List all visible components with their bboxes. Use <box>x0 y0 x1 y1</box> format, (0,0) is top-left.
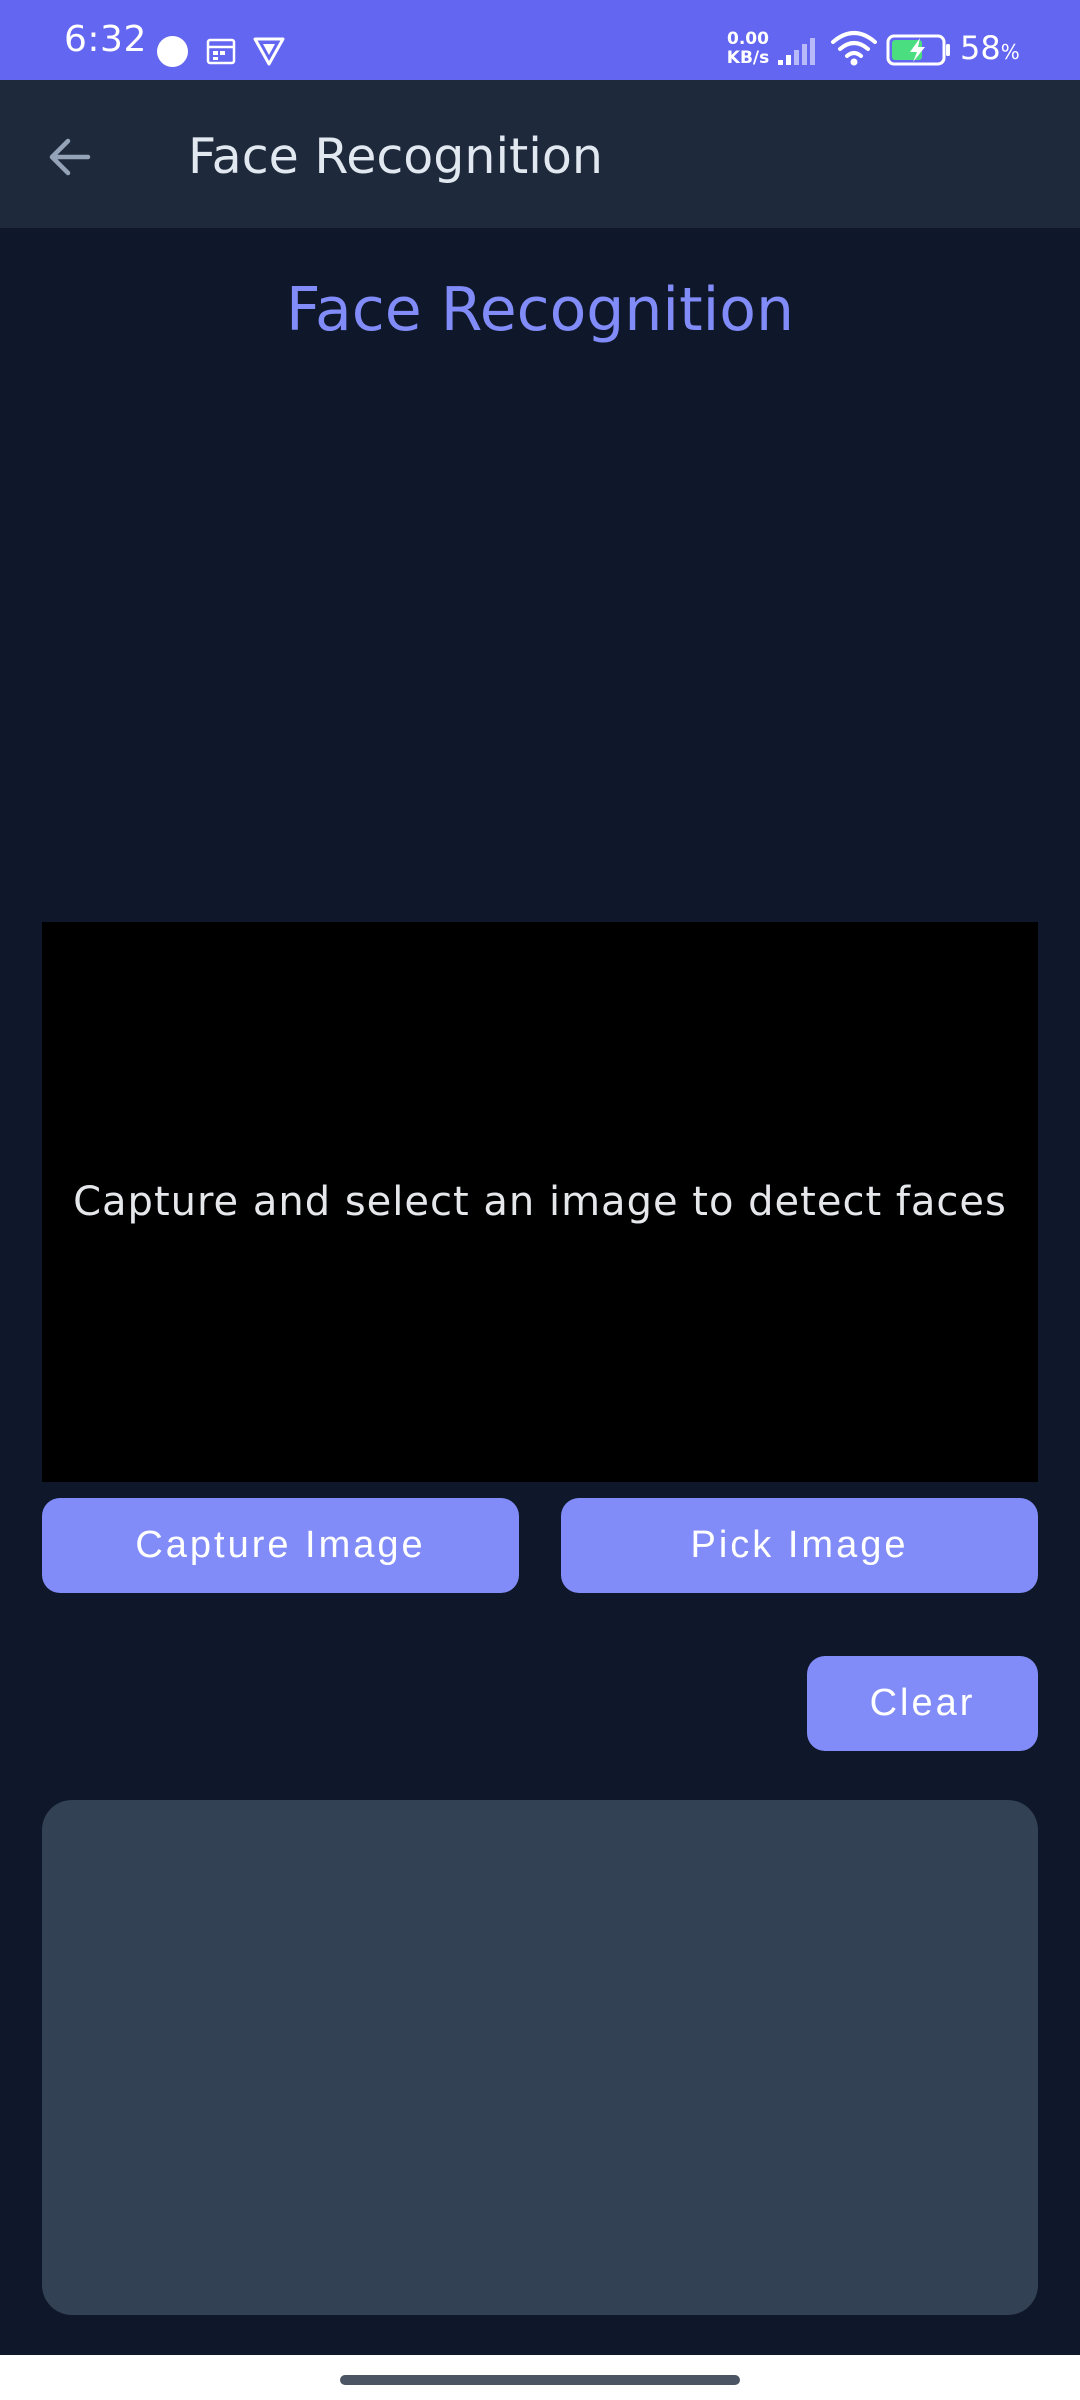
battery-percent: 58 <box>960 29 1001 67</box>
circle-icon <box>157 36 188 67</box>
calendar-icon <box>206 38 236 65</box>
page-title: Face Recognition <box>285 275 795 345</box>
preview-hint-text: Capture and select an image to detect fa… <box>73 1179 1007 1225</box>
battery-percent-sign: % <box>1000 40 1020 64</box>
image-preview: Capture and select an image to detect fa… <box>42 922 1038 1482</box>
results-panel <box>42 1800 1038 2315</box>
app-bar: Face Recognition <box>0 80 1080 228</box>
network-speed: 0.00 KB/s <box>722 30 774 68</box>
wifi-icon <box>831 31 877 66</box>
home-indicator[interactable] <box>340 2375 740 2385</box>
pick-image-button[interactable]: Pick Image <box>561 1498 1038 1593</box>
status-time: 6:32 <box>64 19 147 60</box>
battery-level: 58% <box>960 28 1020 72</box>
arrow-left-icon <box>49 138 91 176</box>
shield-icon <box>253 37 285 66</box>
signal-icon <box>778 38 815 65</box>
network-speed-unit: KB/s <box>726 48 770 68</box>
status-bar: 6:32 0.00 KB/s 58% <box>0 0 1080 80</box>
network-speed-value: 0.00 <box>727 29 769 49</box>
app-bar-title: Face Recognition <box>188 128 603 185</box>
clear-button[interactable]: Clear <box>807 1656 1038 1751</box>
back-button[interactable] <box>30 120 110 194</box>
battery-charging-icon <box>886 34 950 66</box>
capture-image-button[interactable]: Capture Image <box>42 1498 519 1593</box>
